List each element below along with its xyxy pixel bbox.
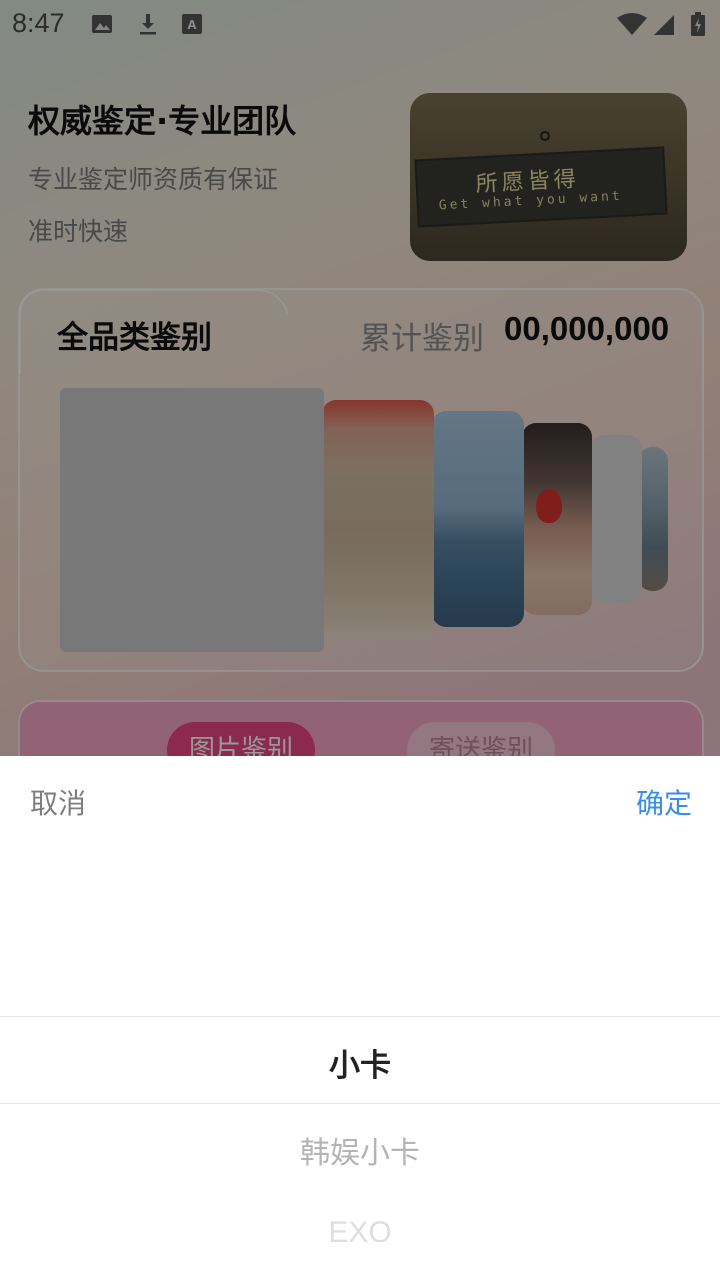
picker-option[interactable]: 韩娱小卡 (0, 1128, 720, 1172)
picker-selection-top-line (0, 1016, 720, 1017)
category-picker-sheet: 取消 确定 小卡 韩娱小卡 EXO (0, 756, 720, 1280)
picker-selection-bottom-line (0, 1103, 720, 1104)
picker-option[interactable]: EXO (0, 1216, 720, 1250)
cancel-button[interactable]: 取消 (30, 782, 86, 822)
picker-option-selected[interactable]: 小卡 (0, 1040, 720, 1085)
confirm-button[interactable]: 确定 (636, 782, 692, 822)
modal-overlay[interactable] (0, 0, 720, 756)
